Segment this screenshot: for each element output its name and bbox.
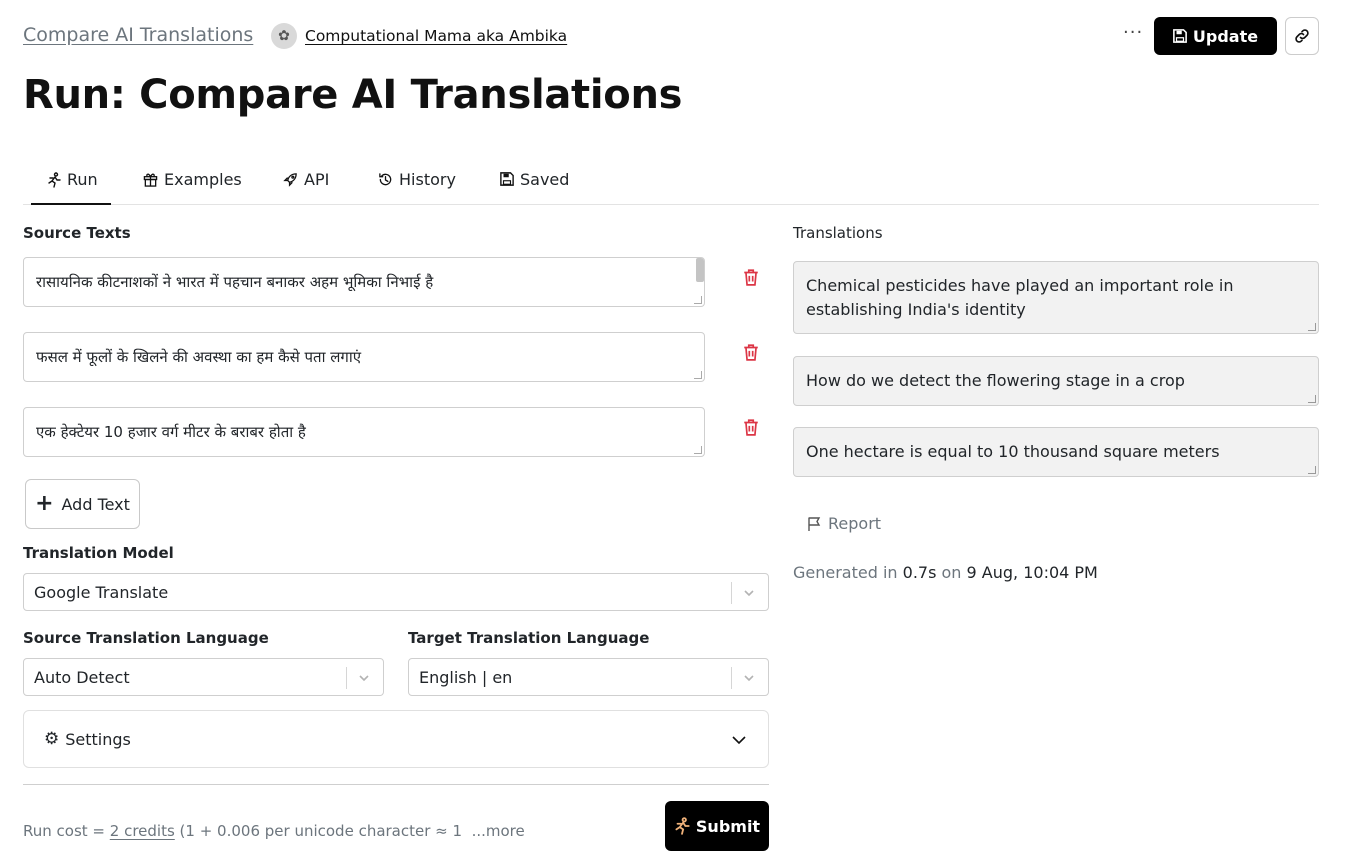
resize-handle[interactable] bbox=[1308, 323, 1316, 331]
translation-text: How do we detect the flowering stage in … bbox=[806, 371, 1185, 390]
chevron-down-icon bbox=[744, 675, 754, 682]
translation-output[interactable]: How do we detect the flowering stage in … bbox=[793, 356, 1319, 406]
settings-accordion[interactable]: ⚙ Settings bbox=[23, 710, 769, 768]
source-language-label: Source Translation Language bbox=[23, 629, 269, 647]
tab-label: Saved bbox=[520, 170, 570, 189]
link-icon bbox=[1295, 29, 1309, 43]
submit-button[interactable]: Submit bbox=[665, 801, 769, 851]
run-cost-prefix: Run cost = bbox=[23, 822, 110, 840]
submit-label: Submit bbox=[695, 816, 761, 836]
select-separator bbox=[731, 667, 732, 689]
translation-output[interactable]: One hectare is equal to 10 thousand squa… bbox=[793, 427, 1319, 477]
tab-label: History bbox=[399, 170, 456, 189]
history-icon bbox=[379, 173, 392, 186]
tab-api[interactable]: API bbox=[283, 170, 329, 205]
source-text-input[interactable]: एक हेक्टेयर 10 हजार वर्ग मीटर के बराबर ह… bbox=[23, 407, 705, 457]
update-label: Update bbox=[1192, 26, 1259, 46]
settings-label: Settings bbox=[65, 729, 131, 749]
gift-icon bbox=[143, 173, 158, 187]
select-value: English | en bbox=[419, 668, 513, 687]
generated-time: 0.7s bbox=[902, 563, 937, 582]
resize-handle[interactable] bbox=[1308, 395, 1316, 403]
more-options-button[interactable]: ··· bbox=[1123, 22, 1143, 43]
source-text-input[interactable]: फसल में फूलों के खिलने की अवस्था का हम क… bbox=[23, 332, 705, 382]
generated-date: 9 Aug, 10:04 PM bbox=[966, 563, 1098, 582]
run-cost-detail: (1 + 0.006 per unicode character ≈ 1 bbox=[174, 822, 463, 840]
translation-text: Chemical pesticides have played an impor… bbox=[806, 276, 1234, 319]
credits-link[interactable]: 2 credits bbox=[110, 822, 175, 840]
flag-icon bbox=[808, 516, 821, 531]
delete-icon[interactable] bbox=[742, 343, 760, 361]
source-text-value: फसल में फूलों के खिलने की अवस्था का हम क… bbox=[36, 348, 362, 366]
report-button[interactable]: Report bbox=[807, 514, 881, 533]
translation-text: One hectare is equal to 10 thousand squa… bbox=[806, 442, 1220, 461]
top-bar: Compare AI Translations ✿ Computational … bbox=[23, 17, 1319, 56]
chevron-down-icon bbox=[744, 590, 754, 597]
chevron-down-icon bbox=[359, 675, 369, 682]
tab-history[interactable]: History bbox=[378, 170, 456, 205]
more-link[interactable]: ...more bbox=[472, 822, 525, 840]
resize-handle[interactable] bbox=[1308, 466, 1316, 474]
tab-label: Run bbox=[67, 170, 98, 189]
add-text-button[interactable]: + Add Text bbox=[25, 479, 140, 529]
translation-output[interactable]: Chemical pesticides have played an impor… bbox=[793, 261, 1319, 334]
chevron-down-icon bbox=[732, 736, 746, 745]
copy-link-button[interactable] bbox=[1285, 17, 1319, 55]
delete-icon[interactable] bbox=[742, 268, 760, 286]
gear-icon: ⚙ bbox=[44, 729, 60, 749]
source-language-select[interactable]: Auto Detect bbox=[23, 658, 384, 696]
run-cost: Run cost = 2 credits (1 + 0.006 per unic… bbox=[23, 822, 525, 840]
run-icon bbox=[675, 817, 690, 835]
tab-run[interactable]: Run bbox=[31, 170, 111, 205]
author-name[interactable]: Computational Mama aka Ambika bbox=[305, 27, 567, 45]
tab-bar: Run Examples API History Saved bbox=[23, 164, 1319, 205]
generated-info: Generated in 0.7s on 9 Aug, 10:04 PM bbox=[793, 563, 1098, 582]
save-icon bbox=[1172, 29, 1187, 43]
avatar: ✿ bbox=[271, 23, 297, 49]
rocket-icon bbox=[283, 173, 297, 187]
generated-middle: on bbox=[936, 563, 967, 582]
generated-prefix: Generated in bbox=[793, 563, 903, 582]
tab-label: API bbox=[304, 170, 330, 189]
resize-handle[interactable] bbox=[694, 296, 702, 304]
source-text-value: रासायनिक कीटनाशकों ने भारत में पहचान बना… bbox=[36, 273, 434, 291]
add-text-label: Add Text bbox=[61, 494, 130, 514]
plus-icon: + bbox=[35, 491, 54, 516]
scrollbar[interactable] bbox=[696, 258, 704, 282]
target-language-label: Target Translation Language bbox=[408, 629, 650, 647]
recipe-link[interactable]: Compare AI Translations bbox=[23, 24, 253, 46]
target-language-select[interactable]: English | en bbox=[408, 658, 769, 696]
tab-saved[interactable]: Saved bbox=[500, 170, 569, 205]
report-label: Report bbox=[828, 514, 882, 533]
translation-model-label: Translation Model bbox=[23, 544, 174, 562]
translation-model-select[interactable]: Google Translate bbox=[23, 573, 769, 611]
resize-handle[interactable] bbox=[694, 371, 702, 379]
save-icon bbox=[500, 172, 514, 186]
select-separator bbox=[731, 582, 732, 604]
resize-handle[interactable] bbox=[694, 446, 702, 454]
author[interactable]: ✿ Computational Mama aka Ambika bbox=[271, 23, 567, 49]
run-icon bbox=[48, 172, 61, 188]
delete-icon[interactable] bbox=[742, 418, 760, 436]
select-value: Auto Detect bbox=[34, 668, 130, 687]
tab-examples[interactable]: Examples bbox=[143, 170, 242, 205]
tab-label: Examples bbox=[164, 170, 242, 189]
translations-label: Translations bbox=[793, 224, 883, 242]
source-text-value: एक हेक्टेयर 10 हजार वर्ग मीटर के बराबर ह… bbox=[36, 423, 306, 441]
divider bbox=[23, 784, 769, 785]
source-texts-label: Source Texts bbox=[23, 224, 131, 242]
select-separator bbox=[346, 667, 347, 689]
source-text-input[interactable]: रासायनिक कीटनाशकों ने भारत में पहचान बना… bbox=[23, 257, 705, 307]
update-button[interactable]: Update bbox=[1154, 17, 1277, 55]
page-title: Run: Compare AI Translations bbox=[23, 72, 683, 118]
select-value: Google Translate bbox=[34, 583, 169, 602]
